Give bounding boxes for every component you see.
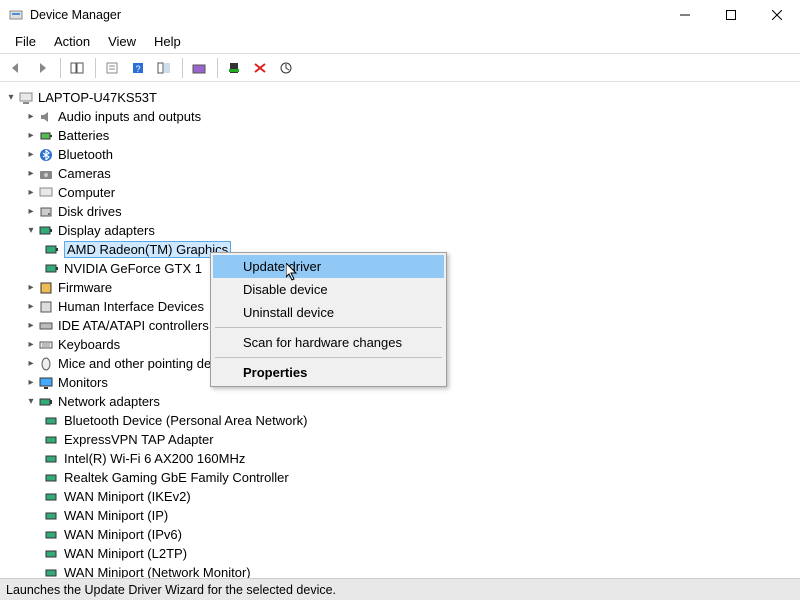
network-adapter-icon — [44, 546, 60, 562]
chevron-down-icon[interactable]: ▾ — [24, 395, 38, 409]
battery-icon — [38, 128, 54, 144]
network-adapter-icon — [44, 413, 60, 429]
toolbar-separator — [60, 58, 61, 78]
network-adapter-icon — [44, 565, 60, 579]
network-adapter-icon — [44, 508, 60, 524]
monitor-icon — [38, 375, 54, 391]
toolbar-separator — [95, 58, 96, 78]
mouse-icon — [38, 356, 54, 372]
properties-button[interactable] — [100, 56, 124, 80]
computer-icon — [18, 90, 34, 106]
action-button[interactable] — [152, 56, 176, 80]
camera-icon — [38, 166, 54, 182]
tree-root[interactable]: ▾ LAPTOP-U47KS53T — [0, 88, 800, 107]
display-adapter-icon — [44, 242, 60, 258]
tree-category[interactable]: ▸Audio inputs and outputs — [0, 107, 800, 126]
close-button[interactable] — [754, 0, 800, 30]
toolbar-separator — [217, 58, 218, 78]
menu-bar: File Action View Help — [0, 30, 800, 54]
toolbar: ? — [0, 54, 800, 82]
tree-category-display-adapters[interactable]: ▾Display adapters — [0, 221, 800, 240]
maximize-button[interactable] — [708, 0, 754, 30]
hid-icon — [38, 299, 54, 315]
menu-view[interactable]: View — [99, 32, 145, 51]
tree-category[interactable]: ▸Batteries — [0, 126, 800, 145]
network-adapter-icon — [44, 451, 60, 467]
tree-device[interactable]: WAN Miniport (IP) — [0, 506, 800, 525]
menu-help[interactable]: Help — [145, 32, 190, 51]
network-adapter-icon — [44, 489, 60, 505]
ctx-properties[interactable]: Properties — [213, 361, 444, 384]
chevron-right-icon[interactable]: ▸ — [24, 205, 38, 219]
enable-button[interactable] — [222, 56, 246, 80]
ctx-separator — [215, 357, 442, 358]
network-adapter-icon — [44, 470, 60, 486]
menu-action[interactable]: Action — [45, 32, 99, 51]
window-title: Device Manager — [30, 8, 662, 22]
ide-controller-icon — [38, 318, 54, 334]
ctx-update-driver[interactable]: Update driver — [213, 255, 444, 278]
ctx-separator — [215, 327, 442, 328]
network-adapter-icon — [44, 527, 60, 543]
chevron-right-icon[interactable]: ▸ — [24, 357, 38, 371]
tree-category[interactable]: ▸Disk drives — [0, 202, 800, 221]
audio-icon — [38, 109, 54, 125]
computer-icon — [38, 185, 54, 201]
back-button[interactable] — [4, 56, 28, 80]
uninstall-button[interactable] — [248, 56, 272, 80]
chevron-down-icon[interactable]: ▾ — [4, 91, 18, 105]
minimize-button[interactable] — [662, 0, 708, 30]
chevron-right-icon[interactable]: ▸ — [24, 319, 38, 333]
chevron-down-icon[interactable]: ▾ — [24, 224, 38, 238]
show-hide-console-button[interactable] — [65, 56, 89, 80]
tree-category[interactable]: ▸Computer — [0, 183, 800, 202]
toolbar-separator — [182, 58, 183, 78]
bluetooth-icon — [38, 147, 54, 163]
chevron-right-icon[interactable]: ▸ — [24, 110, 38, 124]
tree-device[interactable]: ExpressVPN TAP Adapter — [0, 430, 800, 449]
chevron-right-icon[interactable]: ▸ — [24, 148, 38, 162]
tree-device[interactable]: WAN Miniport (IPv6) — [0, 525, 800, 544]
title-bar: Device Manager — [0, 0, 800, 30]
tree-device[interactable]: WAN Miniport (L2TP) — [0, 544, 800, 563]
chevron-right-icon[interactable]: ▸ — [24, 186, 38, 200]
ctx-scan-hardware[interactable]: Scan for hardware changes — [213, 331, 444, 354]
tree-device[interactable]: Realtek Gaming GbE Family Controller — [0, 468, 800, 487]
scan-hardware-button[interactable] — [187, 56, 211, 80]
chevron-right-icon[interactable]: ▸ — [24, 281, 38, 295]
status-bar: Launches the Update Driver Wizard for th… — [0, 578, 800, 600]
tree-root-label: LAPTOP-U47KS53T — [38, 90, 157, 105]
tree-category-network-adapters[interactable]: ▾Network adapters — [0, 392, 800, 411]
tree-category[interactable]: ▸Bluetooth — [0, 145, 800, 164]
keyboard-icon — [38, 337, 54, 353]
ctx-disable-device[interactable]: Disable device — [213, 278, 444, 301]
menu-file[interactable]: File — [6, 32, 45, 51]
status-text: Launches the Update Driver Wizard for th… — [6, 583, 336, 597]
chevron-right-icon[interactable]: ▸ — [24, 129, 38, 143]
network-adapter-icon — [44, 432, 60, 448]
chevron-right-icon[interactable]: ▸ — [24, 300, 38, 314]
display-adapter-icon — [38, 223, 54, 239]
tree-device[interactable]: WAN Miniport (IKEv2) — [0, 487, 800, 506]
tree-category[interactable]: ▸Cameras — [0, 164, 800, 183]
tree-device[interactable]: Bluetooth Device (Personal Area Network) — [0, 411, 800, 430]
chevron-right-icon[interactable]: ▸ — [24, 376, 38, 390]
chevron-right-icon[interactable]: ▸ — [24, 167, 38, 181]
forward-button[interactable] — [30, 56, 54, 80]
display-adapter-icon — [44, 261, 60, 277]
network-adapter-icon — [38, 394, 54, 410]
context-menu: Update driver Disable device Uninstall d… — [210, 252, 447, 387]
tree-device[interactable]: Intel(R) Wi-Fi 6 AX200 160MHz — [0, 449, 800, 468]
firmware-icon — [38, 280, 54, 296]
svg-text:?: ? — [135, 64, 140, 74]
update-driver-button[interactable] — [274, 56, 298, 80]
help-button[interactable]: ? — [126, 56, 150, 80]
ctx-uninstall-device[interactable]: Uninstall device — [213, 301, 444, 324]
disk-icon — [38, 204, 54, 220]
tree-device[interactable]: WAN Miniport (Network Monitor) — [0, 563, 800, 578]
chevron-right-icon[interactable]: ▸ — [24, 338, 38, 352]
app-icon — [8, 7, 24, 23]
